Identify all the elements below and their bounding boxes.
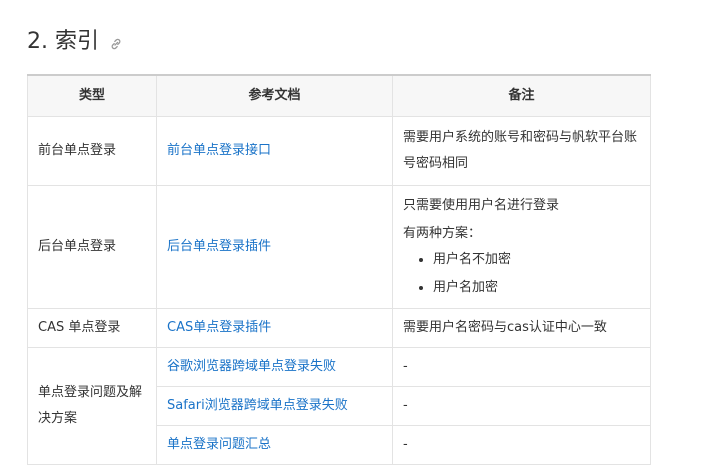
- note-text: 只需要使用用户名进行登录: [403, 198, 560, 213]
- doc-link-front-sso-api[interactable]: 前台单点登录接口: [167, 143, 271, 158]
- link-icon[interactable]: [109, 37, 123, 51]
- note-cell: 需要用户名密码与cas认证中心一致: [392, 308, 651, 348]
- table-row: 后台单点登录 后台单点登录插件 只需要使用用户名进行登录 有两种方案： 用户名不…: [27, 185, 651, 309]
- doc-link-chrome-cross-domain[interactable]: 谷歌浏览器跨域单点登录失败: [167, 359, 336, 374]
- header-notes: 备注: [392, 74, 651, 117]
- doc-cell: 单点登录问题汇总: [156, 425, 393, 465]
- header-type: 类型: [27, 74, 157, 117]
- table-header-row: 类型 参考文档 备注: [27, 74, 651, 117]
- doc-link-backend-sso-plugin[interactable]: 后台单点登录插件: [167, 239, 271, 254]
- page: 2. 索引 类型 参考文档 备注 前台单点登录 前台单点登录接口 需要用户系统的…: [0, 0, 710, 470]
- note-cell: 需要用户系统的账号和密码与帆软平台账号密码相同: [392, 116, 651, 186]
- type-cell: 单点登录问题及解决方案: [27, 347, 157, 465]
- header-docs: 参考文档: [156, 74, 393, 117]
- type-text: 单点登录问题及解决方案: [38, 385, 143, 426]
- note-text: 有两种方案：: [403, 226, 482, 241]
- note-text: 需要用户系统的账号和密码与帆软平台账号密码相同: [403, 130, 638, 171]
- doc-link-cas-sso-plugin[interactable]: CAS单点登录插件: [167, 320, 271, 335]
- table-row: CAS 单点登录 CAS单点登录插件 需要用户名密码与cas认证中心一致: [27, 308, 651, 348]
- type-cell: 前台单点登录: [27, 116, 157, 186]
- list-item: 用户名加密: [433, 277, 640, 299]
- doc-cell: 谷歌浏览器跨域单点登录失败: [156, 347, 393, 387]
- note-bullet-list: 用户名不加密 用户名加密: [403, 249, 640, 299]
- section-heading: 2. 索引: [27, 25, 123, 59]
- type-cell: 后台单点登录: [27, 185, 157, 309]
- doc-link-sso-faq[interactable]: 单点登录问题汇总: [167, 437, 271, 452]
- index-table: 类型 参考文档 备注 前台单点登录 前台单点登录接口 需要用户系统的账号和密码与…: [27, 74, 651, 465]
- section-title: 2. 索引: [27, 29, 99, 54]
- type-cell: CAS 单点登录: [27, 308, 157, 348]
- doc-link-safari-cross-domain[interactable]: Safari浏览器跨域单点登录失败: [167, 398, 348, 413]
- note-cell: 只需要使用用户名进行登录 有两种方案： 用户名不加密 用户名加密: [392, 185, 651, 309]
- doc-cell: Safari浏览器跨域单点登录失败: [156, 386, 393, 426]
- table-row: 前台单点登录 前台单点登录接口 需要用户系统的账号和密码与帆软平台账号密码相同: [27, 116, 651, 186]
- doc-cell: 后台单点登录插件: [156, 185, 393, 309]
- table-row: 单点登录问题及解决方案 谷歌浏览器跨域单点登录失败 -: [27, 347, 651, 465]
- note-cell: -: [392, 425, 651, 465]
- note-cell: -: [392, 347, 651, 387]
- list-item: 用户名不加密: [433, 249, 640, 271]
- doc-cell: 前台单点登录接口: [156, 116, 393, 186]
- note-cell: -: [392, 386, 651, 426]
- doc-cell: CAS单点登录插件: [156, 308, 393, 348]
